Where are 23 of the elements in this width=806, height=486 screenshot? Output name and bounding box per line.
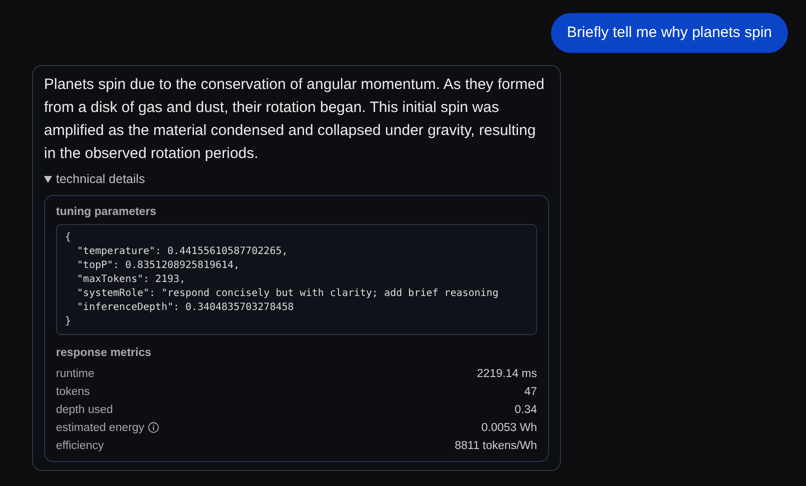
details-toggle[interactable]: technical details xyxy=(44,170,549,189)
metric-label: depth used xyxy=(56,402,113,418)
section-title: tuning parameters xyxy=(56,204,158,220)
code-line: "maxTokens": 2193, xyxy=(76,272,186,287)
assistant-message-text: Planets spin due to the conservation of angular momentum. As they formed from a disk of gas and dust, their rotation began. This initial spin was amplified as the material condensed and collapsed under gravity, resulting in the observed rotation periods. xyxy=(44,75,546,164)
code-line: "topP": 0.8351208925819614, xyxy=(76,258,241,273)
code-line: "temperature": 0.44155610587702265, xyxy=(76,244,289,259)
code-line: "inferenceDepth": 0.3404835703278458 xyxy=(76,300,295,315)
info-icon[interactable] xyxy=(148,422,160,434)
metric-label: tokens xyxy=(56,384,90,400)
metric-value: 47 xyxy=(524,384,537,400)
metric-label: runtime xyxy=(56,366,94,382)
metric-label: estimated energy xyxy=(56,420,144,436)
metric-value: 0.34 xyxy=(514,402,537,418)
code-line: } xyxy=(65,314,72,329)
section-title: response metrics xyxy=(56,346,152,361)
code-line: { xyxy=(65,230,72,245)
metric-value: 2219.14 ms xyxy=(476,366,537,382)
user-message-bubble: Briefly tell me why planets spin xyxy=(550,13,788,53)
metric-value: 0.0053 Wh xyxy=(481,420,537,436)
metric-label: efficiency xyxy=(56,438,104,454)
code-line: "systemRole": "respond concisely but with clarity; add brief reasoning xyxy=(76,286,500,301)
metric-value: 8811 tokens/Wh xyxy=(454,438,537,454)
